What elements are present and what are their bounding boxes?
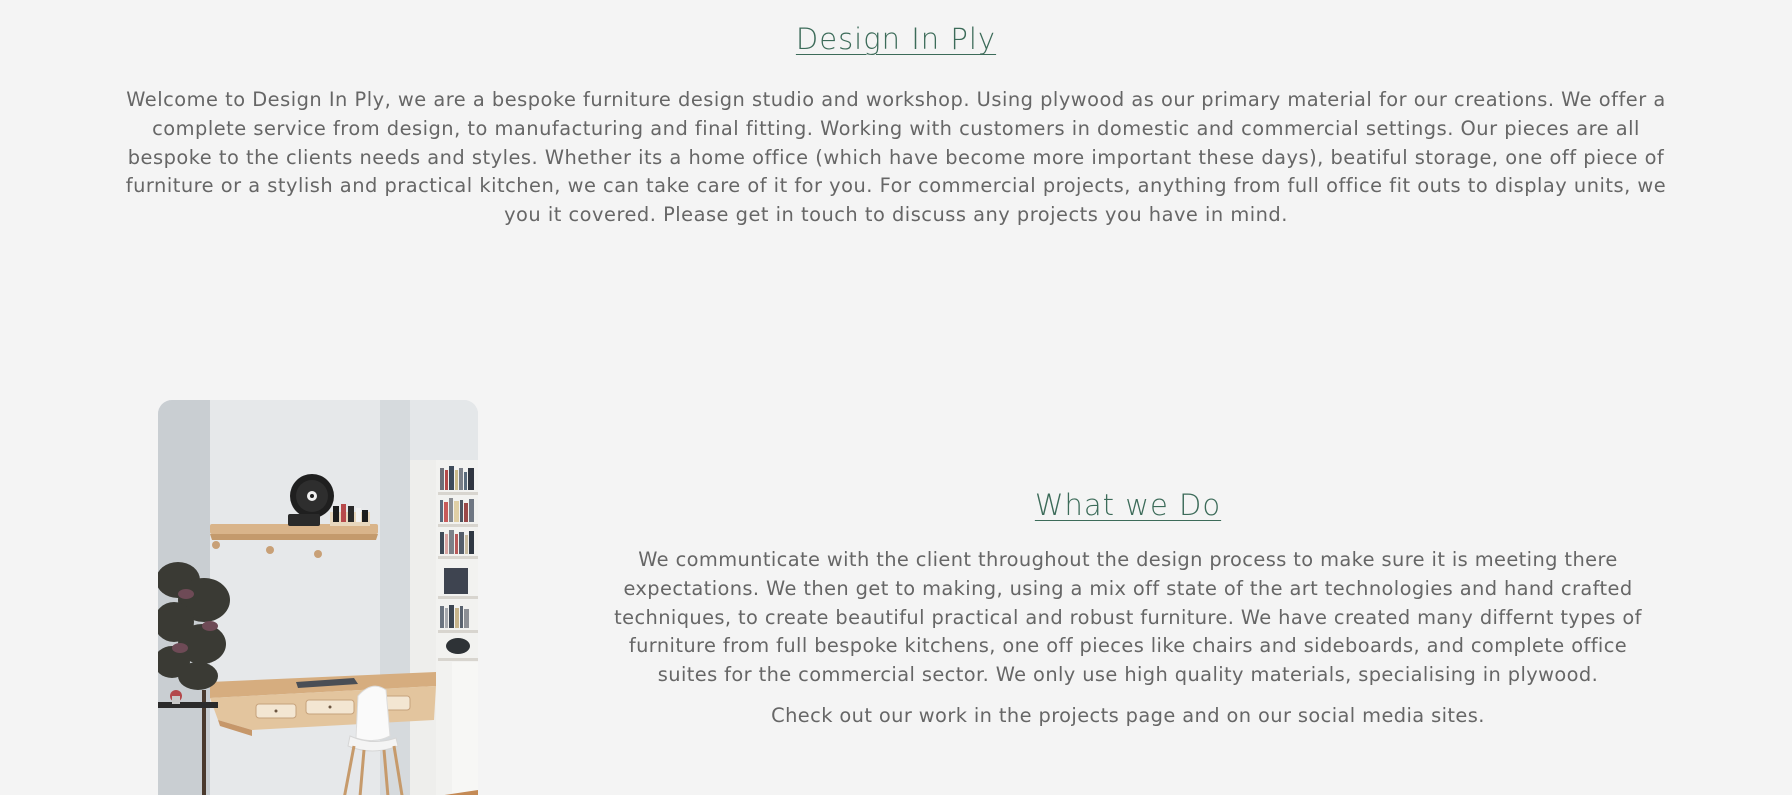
what-we-do-heading: What we Do (1034, 488, 1222, 522)
page-title: Design In Ply (795, 22, 997, 56)
desk-alcove-image (158, 400, 478, 795)
plywood-desk-photo (158, 400, 478, 795)
social-media-cta: Check out our work in the projects page … (771, 704, 1485, 727)
intro-paragraph: Welcome to Design In Ply, we are a bespo… (125, 88, 1667, 227)
what-we-do-paragraph: We communticate with the client througho… (614, 548, 1642, 687)
page: Design In Ply Welcome to Design In Ply, … (0, 0, 1792, 795)
